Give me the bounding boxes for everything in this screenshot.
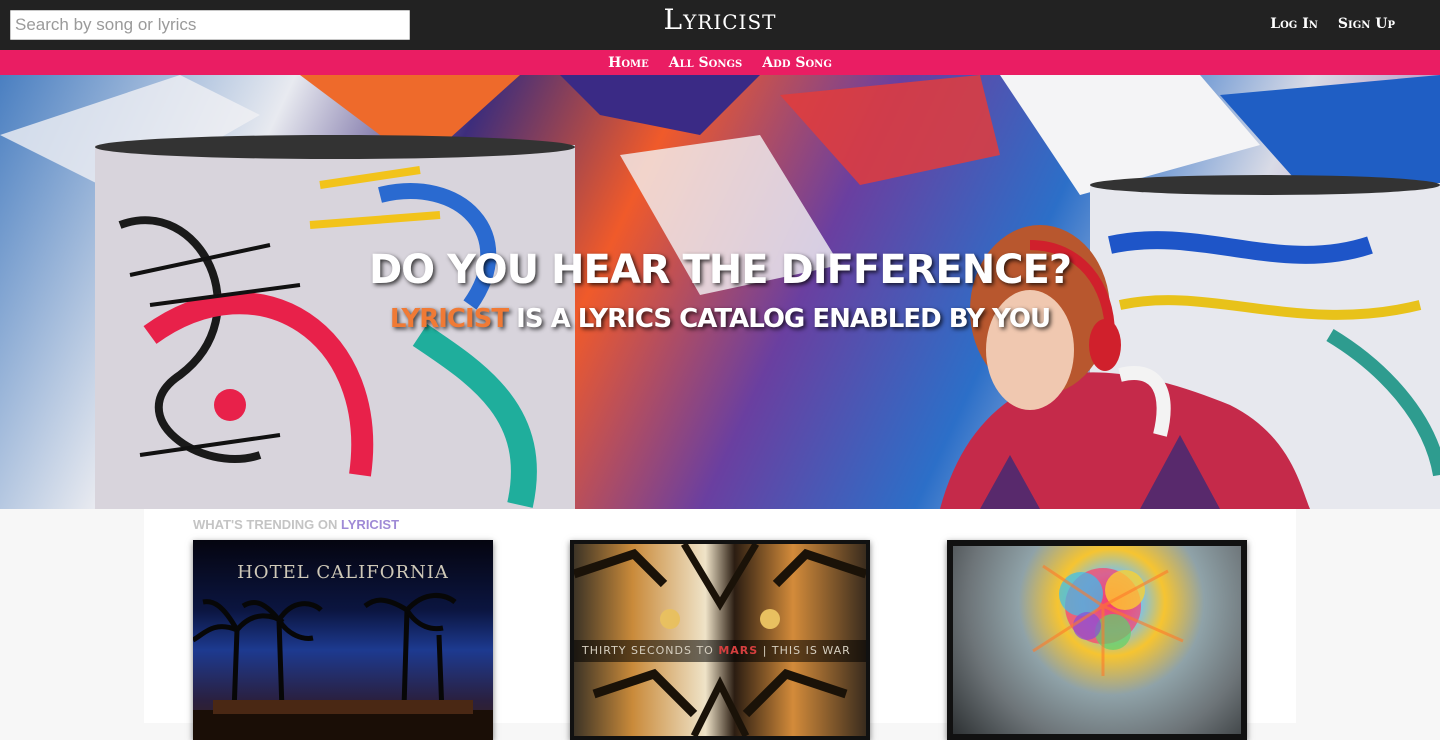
hero-banner: DO YOU HEAR THE DIFFERENCE? LYRICIST IS … [0,75,1440,509]
trending-heading-brand: LYRICIST [341,517,400,532]
signup-link[interactable]: Sign Up [1338,16,1395,32]
card-band-title: THIRTY SECONDS TO MARS | THIS IS WAR [574,640,866,662]
trending-card-this-is-war[interactable]: THIRTY SECONDS TO MARS | THIS IS WAR [570,540,870,740]
main-nav: Home All Songs Add Song [0,50,1440,75]
trending-card-color-explosion[interactable] [947,540,1247,740]
auth-links: Log In Sign Up [1270,16,1395,32]
trending-heading-prefix: WHAT'S TRENDING ON [193,517,342,532]
trending-section: WHAT'S TRENDING ON LYRICIST HOTEL CALIFO… [144,509,1296,740]
hero-heading: DO YOU HEAR THE DIFFERENCE? [368,247,1072,293]
band-suffix: | THIS IS WAR [758,644,851,657]
trending-heading: WHAT'S TRENDING ON LYRICIST [193,517,399,532]
top-bar: Lyricist Log In Sign Up [0,0,1440,50]
login-link[interactable]: Log In [1270,16,1318,32]
trending-card-hotel-california[interactable]: HOTEL CALIFORNIA [193,540,493,740]
hero-sub-brand: LYRICIST [389,304,509,334]
brand-link[interactable]: Lyricist [664,3,777,36]
search-input[interactable] [10,10,410,40]
nav-home-link[interactable]: Home [608,55,649,71]
nav-all-songs-link[interactable]: All Songs [669,55,743,71]
album-art-explosion [1032,564,1184,676]
band-accent: MARS [718,644,759,657]
hero-subheading: LYRICIST IS A LYRICS CATALOG ENABLED BY … [0,304,1440,334]
hero-sub-text: IS A LYRICS CATALOG ENABLED BY YOU [508,304,1051,334]
card-title: HOTEL CALIFORNIA [237,562,449,583]
nav-add-song-link[interactable]: Add Song [762,55,832,71]
band-prefix: THIRTY SECONDS TO [582,644,719,657]
